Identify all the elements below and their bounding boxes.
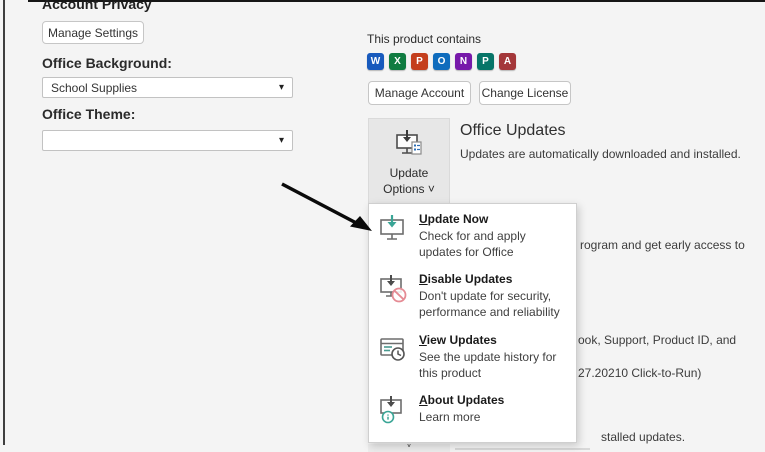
insider-text-fragment: rogram and get early access to bbox=[580, 238, 745, 252]
account-privacy-heading: Account Privacy bbox=[42, 0, 152, 12]
menu-item-disable-updates[interactable]: Disable Updates Don't update for securit… bbox=[369, 270, 576, 320]
menu-item-desc: Don't update for security, bbox=[419, 288, 570, 304]
menu-item-desc: updates for Office bbox=[419, 244, 570, 260]
menu-item-desc: this product bbox=[419, 365, 570, 381]
update-options-menu: Update Now Check for and apply updates f… bbox=[368, 203, 577, 443]
excel-icon: X bbox=[389, 53, 406, 70]
about-text-fragment-2: 27.20210 Click-to-Run) bbox=[578, 366, 701, 380]
office-theme-select[interactable]: ▾ bbox=[42, 130, 293, 151]
update-options-button[interactable]: Update Options ˅ bbox=[368, 118, 450, 205]
manage-account-button[interactable]: Manage Account bbox=[368, 81, 471, 105]
product-contains-label: This product contains bbox=[367, 32, 481, 46]
outlook-icon: O bbox=[433, 53, 450, 70]
left-border-line bbox=[3, 0, 5, 445]
publisher-icon: P bbox=[477, 53, 494, 70]
access-icon: A bbox=[499, 53, 516, 70]
menu-item-title: View Updates bbox=[419, 333, 497, 347]
powerpoint-icon: P bbox=[411, 53, 428, 70]
disable-updates-icon bbox=[369, 270, 419, 320]
office-theme-label: Office Theme: bbox=[42, 106, 135, 122]
menu-item-view-updates[interactable]: View Updates See the update history for … bbox=[369, 331, 576, 381]
annotation-arrow bbox=[276, 178, 381, 246]
update-now-icon bbox=[369, 210, 419, 260]
menu-item-update-now[interactable]: Update Now Check for and apply updates f… bbox=[369, 210, 576, 260]
change-license-button[interactable]: Change License bbox=[479, 81, 571, 105]
office-background-value: School Supplies bbox=[51, 81, 137, 95]
office-background-label: Office Background: bbox=[42, 55, 172, 71]
about-text-fragment-1: ook, Support, Product ID, and bbox=[578, 333, 736, 347]
bottom-text-fragment: stalled updates. bbox=[601, 430, 685, 444]
office-updates-subtext: Updates are automatically downloaded and… bbox=[460, 147, 741, 161]
onenote-icon: N bbox=[455, 53, 472, 70]
word-icon: W bbox=[367, 53, 384, 70]
update-history-button-partial[interactable]: ˅ bbox=[368, 444, 450, 452]
menu-item-title: Update Now bbox=[419, 212, 488, 226]
chevron-down-icon: ▾ bbox=[279, 83, 284, 93]
manage-settings-button[interactable]: Manage Settings bbox=[42, 21, 144, 44]
menu-item-desc: Learn more bbox=[419, 409, 570, 425]
menu-item-about-updates[interactable]: About Updates Learn more bbox=[369, 391, 576, 425]
chevron-down-icon: ˅ bbox=[406, 444, 412, 452]
office-background-select[interactable]: School Supplies ▾ bbox=[42, 77, 293, 98]
menu-item-desc: performance and reliability bbox=[419, 304, 570, 320]
divider-line bbox=[455, 448, 590, 450]
update-options-label-line1: Update bbox=[390, 165, 429, 181]
about-updates-icon bbox=[369, 391, 419, 425]
menu-item-title: Disable Updates bbox=[419, 272, 512, 286]
chevron-down-icon: ▾ bbox=[279, 136, 284, 146]
menu-item-desc: See the update history for bbox=[419, 349, 570, 365]
menu-item-title: About Updates bbox=[419, 393, 504, 407]
office-account-page: Account Privacy Manage Settings Office B… bbox=[0, 0, 765, 452]
update-options-label-line2: Options ˅ bbox=[383, 181, 435, 197]
menu-item-desc: Check for and apply bbox=[419, 228, 570, 244]
product-app-icons: W X P O N P A bbox=[367, 53, 516, 70]
view-updates-icon bbox=[369, 331, 419, 381]
office-updates-heading: Office Updates bbox=[460, 122, 566, 140]
update-options-icon bbox=[393, 128, 425, 165]
